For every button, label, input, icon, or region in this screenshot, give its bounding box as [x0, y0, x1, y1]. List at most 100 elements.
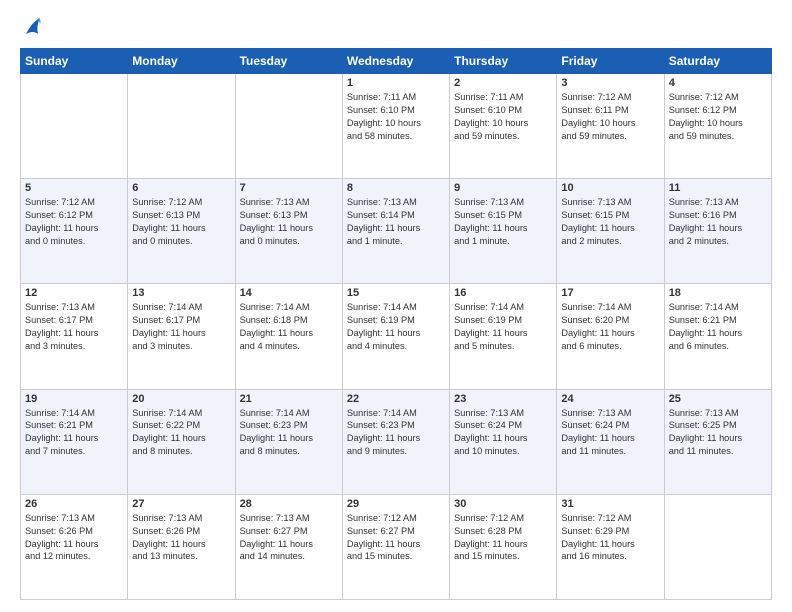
day-number: 8: [347, 182, 445, 194]
calendar-week-4: 26 Sunrise: 7:13 AM Sunset: 6:26 PM Dayli…: [21, 494, 772, 599]
day-number: 17: [561, 287, 659, 299]
logo-bird-icon: [24, 16, 42, 38]
calendar-cell: 10 Sunrise: 7:13 AM Sunset: 6:15 PM Dayli…: [557, 179, 664, 284]
day-info: Sunrise: 7:14 AM Sunset: 6:18 PM Dayligh…: [240, 301, 338, 353]
calendar-cell: 3 Sunrise: 7:12 AM Sunset: 6:11 PM Daylig…: [557, 74, 664, 179]
day-info: Sunrise: 7:14 AM Sunset: 6:23 PM Dayligh…: [240, 407, 338, 459]
calendar-cell: 19 Sunrise: 7:14 AM Sunset: 6:21 PM Dayli…: [21, 389, 128, 494]
day-info: Sunrise: 7:12 AM Sunset: 6:11 PM Dayligh…: [561, 91, 659, 143]
day-info: Sunrise: 7:13 AM Sunset: 6:24 PM Dayligh…: [561, 407, 659, 459]
day-number: 18: [669, 287, 767, 299]
day-number: 26: [25, 498, 123, 510]
calendar-cell: 30 Sunrise: 7:12 AM Sunset: 6:28 PM Dayli…: [450, 494, 557, 599]
calendar-cell: [128, 74, 235, 179]
day-info: Sunrise: 7:12 AM Sunset: 6:13 PM Dayligh…: [132, 196, 230, 248]
weekday-header-row: SundayMondayTuesdayWednesdayThursdayFrid…: [21, 49, 772, 74]
day-number: 14: [240, 287, 338, 299]
day-number: 30: [454, 498, 552, 510]
day-number: 3: [561, 77, 659, 89]
day-info: Sunrise: 7:14 AM Sunset: 6:19 PM Dayligh…: [347, 301, 445, 353]
weekday-header-monday: Monday: [128, 49, 235, 74]
day-number: 20: [132, 393, 230, 405]
calendar-cell: 7Sunrise: 7:13 AM Sunset: 6:13 PM Daylig…: [235, 179, 342, 284]
day-number: 1: [347, 77, 445, 89]
day-number: 21: [240, 393, 338, 405]
day-number: 5: [25, 182, 123, 194]
day-number: 12: [25, 287, 123, 299]
calendar-week-0: 1 Sunrise: 7:11 AM Sunset: 6:10 PM Daylig…: [21, 74, 772, 179]
day-info: Sunrise: 7:13 AM Sunset: 6:27 PM Dayligh…: [240, 512, 338, 564]
calendar-cell: 25Sunrise: 7:13 AM Sunset: 6:25 PM Dayli…: [664, 389, 771, 494]
day-number: 19: [25, 393, 123, 405]
page: SundayMondayTuesdayWednesdayThursdayFrid…: [0, 0, 792, 612]
day-number: 16: [454, 287, 552, 299]
calendar-cell: 8Sunrise: 7:13 AM Sunset: 6:14 PM Daylig…: [342, 179, 449, 284]
day-info: Sunrise: 7:14 AM Sunset: 6:23 PM Dayligh…: [347, 407, 445, 459]
calendar-cell: [235, 74, 342, 179]
day-number: 15: [347, 287, 445, 299]
day-info: Sunrise: 7:13 AM Sunset: 6:17 PM Dayligh…: [25, 301, 123, 353]
day-number: 28: [240, 498, 338, 510]
day-number: 10: [561, 182, 659, 194]
calendar-cell: 18 Sunrise: 7:14 AM Sunset: 6:21 PM Dayli…: [664, 284, 771, 389]
day-info: Sunrise: 7:11 AM Sunset: 6:10 PM Dayligh…: [454, 91, 552, 143]
calendar-table: SundayMondayTuesdayWednesdayThursdayFrid…: [20, 48, 772, 600]
day-number: 6: [132, 182, 230, 194]
calendar-cell: 16 Sunrise: 7:14 AM Sunset: 6:19 PM Dayli…: [450, 284, 557, 389]
day-number: 2: [454, 77, 552, 89]
day-number: 29: [347, 498, 445, 510]
day-info: Sunrise: 7:14 AM Sunset: 6:21 PM Dayligh…: [25, 407, 123, 459]
calendar-cell: [21, 74, 128, 179]
day-info: Sunrise: 7:14 AM Sunset: 6:17 PM Dayligh…: [132, 301, 230, 353]
day-number: 22: [347, 393, 445, 405]
calendar-cell: 17Sunrise: 7:14 AM Sunset: 6:20 PM Dayli…: [557, 284, 664, 389]
day-info: Sunrise: 7:13 AM Sunset: 6:15 PM Dayligh…: [561, 196, 659, 248]
weekday-header-wednesday: Wednesday: [342, 49, 449, 74]
day-number: 31: [561, 498, 659, 510]
calendar-week-2: 12 Sunrise: 7:13 AM Sunset: 6:17 PM Dayli…: [21, 284, 772, 389]
calendar-cell: 29 Sunrise: 7:12 AM Sunset: 6:27 PM Dayli…: [342, 494, 449, 599]
day-info: Sunrise: 7:13 AM Sunset: 6:26 PM Dayligh…: [132, 512, 230, 564]
calendar-cell: 1Sunrise: 7:11 AM Sunset: 6:10 PM Daylig…: [342, 74, 449, 179]
day-info: Sunrise: 7:14 AM Sunset: 6:22 PM Dayligh…: [132, 407, 230, 459]
calendar-cell: 22 Sunrise: 7:14 AM Sunset: 6:23 PM Dayli…: [342, 389, 449, 494]
calendar-cell: 11Sunrise: 7:13 AM Sunset: 6:16 PM Dayli…: [664, 179, 771, 284]
day-info: Sunrise: 7:14 AM Sunset: 6:19 PM Dayligh…: [454, 301, 552, 353]
weekday-header-thursday: Thursday: [450, 49, 557, 74]
day-info: Sunrise: 7:12 AM Sunset: 6:28 PM Dayligh…: [454, 512, 552, 564]
calendar-cell: 21 Sunrise: 7:14 AM Sunset: 6:23 PM Dayli…: [235, 389, 342, 494]
calendar-cell: [664, 494, 771, 599]
calendar-cell: 28 Sunrise: 7:13 AM Sunset: 6:27 PM Dayli…: [235, 494, 342, 599]
day-info: Sunrise: 7:12 AM Sunset: 6:12 PM Dayligh…: [25, 196, 123, 248]
calendar-cell: 14 Sunrise: 7:14 AM Sunset: 6:18 PM Dayli…: [235, 284, 342, 389]
calendar-cell: 27 Sunrise: 7:13 AM Sunset: 6:26 PM Dayli…: [128, 494, 235, 599]
day-number: 27: [132, 498, 230, 510]
day-number: 4: [669, 77, 767, 89]
weekday-header-sunday: Sunday: [21, 49, 128, 74]
calendar-cell: 20 Sunrise: 7:14 AM Sunset: 6:22 PM Dayli…: [128, 389, 235, 494]
day-number: 23: [454, 393, 552, 405]
calendar-cell: 23 Sunrise: 7:13 AM Sunset: 6:24 PM Dayli…: [450, 389, 557, 494]
calendar-cell: 26 Sunrise: 7:13 AM Sunset: 6:26 PM Dayli…: [21, 494, 128, 599]
header: [20, 16, 772, 38]
calendar-week-1: 5 Sunrise: 7:12 AM Sunset: 6:12 PM Daylig…: [21, 179, 772, 284]
calendar-cell: 2 Sunrise: 7:11 AM Sunset: 6:10 PM Daylig…: [450, 74, 557, 179]
day-info: Sunrise: 7:13 AM Sunset: 6:13 PM Dayligh…: [240, 196, 338, 248]
day-info: Sunrise: 7:13 AM Sunset: 6:24 PM Dayligh…: [454, 407, 552, 459]
logo: [20, 16, 42, 38]
day-info: Sunrise: 7:13 AM Sunset: 6:15 PM Dayligh…: [454, 196, 552, 248]
calendar-cell: 6 Sunrise: 7:12 AM Sunset: 6:13 PM Daylig…: [128, 179, 235, 284]
calendar-cell: 5 Sunrise: 7:12 AM Sunset: 6:12 PM Daylig…: [21, 179, 128, 284]
calendar-cell: 13Sunrise: 7:14 AM Sunset: 6:17 PM Dayli…: [128, 284, 235, 389]
weekday-header-tuesday: Tuesday: [235, 49, 342, 74]
day-number: 11: [669, 182, 767, 194]
day-info: Sunrise: 7:13 AM Sunset: 6:25 PM Dayligh…: [669, 407, 767, 459]
day-number: 24: [561, 393, 659, 405]
day-info: Sunrise: 7:14 AM Sunset: 6:21 PM Dayligh…: [669, 301, 767, 353]
day-info: Sunrise: 7:12 AM Sunset: 6:27 PM Dayligh…: [347, 512, 445, 564]
calendar-cell: 15 Sunrise: 7:14 AM Sunset: 6:19 PM Dayli…: [342, 284, 449, 389]
day-info: Sunrise: 7:13 AM Sunset: 6:26 PM Dayligh…: [25, 512, 123, 564]
calendar-cell: 4Sunrise: 7:12 AM Sunset: 6:12 PM Daylig…: [664, 74, 771, 179]
calendar-cell: 31Sunrise: 7:12 AM Sunset: 6:29 PM Dayli…: [557, 494, 664, 599]
weekday-header-friday: Friday: [557, 49, 664, 74]
